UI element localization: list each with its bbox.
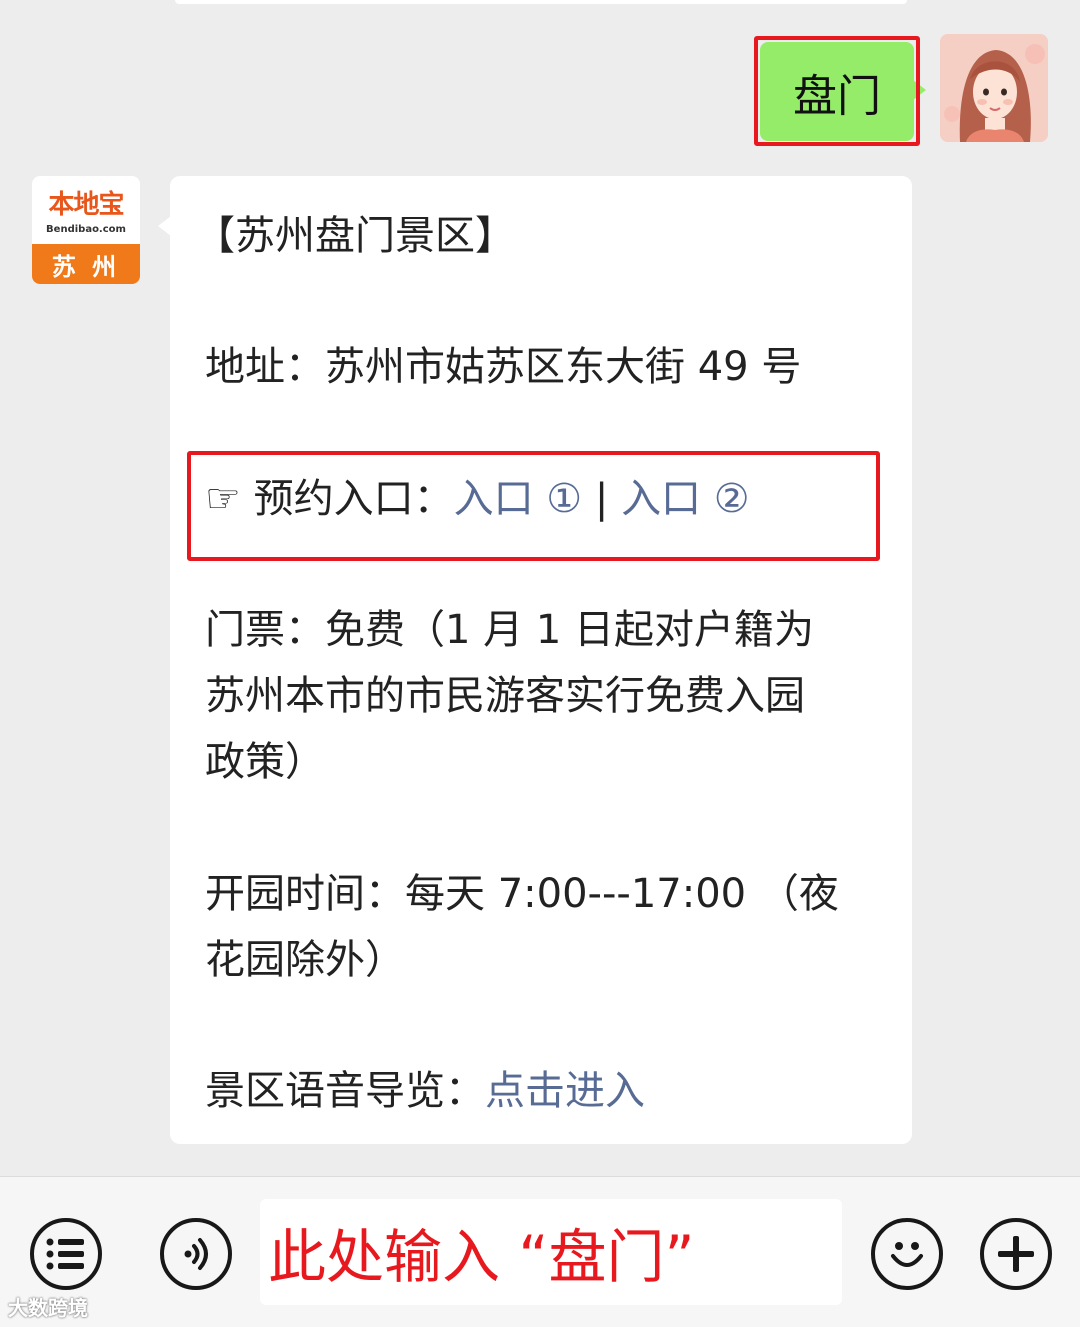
logo-city: 苏 州 xyxy=(32,244,140,284)
logo-brand: 本地宝 xyxy=(48,190,124,220)
watermark: 大数跨境 xyxy=(8,1296,88,1320)
emoji-icon xyxy=(891,1242,923,1267)
user-avatar[interactable] xyxy=(940,34,1048,142)
booking-link-1[interactable]: 入口 ① xyxy=(454,476,583,522)
list-icon xyxy=(46,1238,84,1270)
voice-icon xyxy=(184,1238,208,1270)
menu-button[interactable] xyxy=(30,1218,102,1290)
booking-label: 预约入口： xyxy=(253,476,454,522)
hours-line-2: 花园除外） xyxy=(205,937,405,983)
guide-line: 景区语音导览：点击进入 xyxy=(205,1058,645,1124)
address-label: 地址： xyxy=(205,344,325,390)
booking-link-2[interactable]: 入口 ② xyxy=(621,476,750,522)
ticket-line-2: 苏州本市的市民游客实行免费入园 xyxy=(205,673,805,719)
message-input[interactable]: 此处输入 “盘门” xyxy=(260,1199,842,1305)
bot-avatar[interactable]: 本地宝 Bendibao.com 苏 州 xyxy=(32,176,140,284)
logo-domain: Bendibao.com xyxy=(46,224,126,235)
guide-label: 景区语音导览： xyxy=(205,1068,485,1114)
plus-icon xyxy=(998,1236,1034,1272)
previous-message-bubble xyxy=(175,0,907,4)
user-avatar-illustration xyxy=(940,34,1048,142)
message-title: 【苏州盘门景区】 xyxy=(195,213,515,259)
ticket-line-1: 门票：免费（1 月 1 日起对户籍为 xyxy=(205,607,815,653)
address-value: 苏州市姑苏区东大街 49 号 xyxy=(325,344,802,390)
hours-line-1: 开园时间：每天 7:00---17:00 （夜 xyxy=(205,871,839,917)
booking-line: ☞ 预约入口：入口 ① | 入口 ② xyxy=(205,466,750,532)
guide-link[interactable]: 点击进入 xyxy=(485,1068,645,1114)
booking-separator: | xyxy=(582,476,622,522)
input-text: 此处输入 “盘门” xyxy=(268,1223,695,1291)
plus-button[interactable] xyxy=(980,1218,1052,1290)
outgoing-message-text: 盘门 xyxy=(793,70,881,122)
ticket-line-3: 政策） xyxy=(205,739,325,785)
voice-button[interactable] xyxy=(160,1218,232,1290)
outgoing-message-bubble[interactable]: 盘门 xyxy=(760,42,926,141)
emoji-button[interactable] xyxy=(871,1218,943,1290)
pointing-hand-icon: ☞ xyxy=(205,476,241,522)
address-line: 地址：苏州市姑苏区东大街 49 号 xyxy=(205,334,801,400)
